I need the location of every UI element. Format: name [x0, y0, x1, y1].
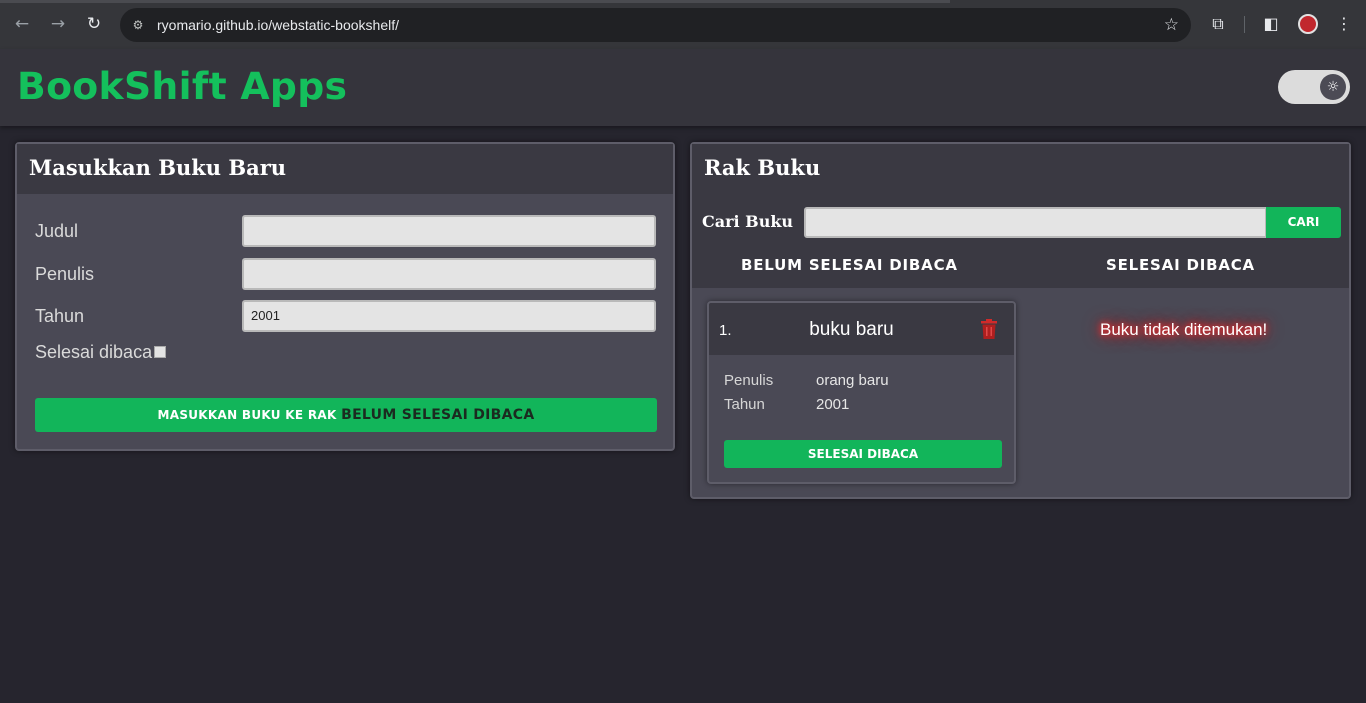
- site-settings-icon[interactable]: ⚙: [130, 17, 146, 33]
- complete-row: Selesai dibaca: [35, 342, 167, 363]
- search-label: Cari Buku: [702, 212, 794, 231]
- back-icon[interactable]: ←: [11, 13, 33, 35]
- title-label: Judul: [35, 221, 79, 241]
- tab-strip: [0, 0, 950, 3]
- sidepanel-icon[interactable]: ◧: [1260, 13, 1282, 35]
- book-title: buku baru: [809, 319, 894, 340]
- address-bar[interactable]: ⚙ ryomario.github.io/webstatic-bookshelf…: [120, 8, 1191, 42]
- add-book-button-target: BELUM SELESAI DIBACA: [341, 407, 535, 423]
- book-year: 2001: [816, 396, 850, 413]
- book-author: orang baru: [816, 372, 889, 389]
- bookshelf-panel-title: Rak Buku: [704, 155, 821, 180]
- app-header: BookShift Apps ☼: [0, 49, 1366, 126]
- add-book-button-prefix: MASUKKAN BUKU KE RAK: [157, 408, 337, 422]
- book-year-label: Tahun: [724, 396, 765, 413]
- extensions-icon[interactable]: ⧉: [1207, 13, 1229, 35]
- complete-column-title: SELESAI DIBACA: [1106, 256, 1255, 274]
- complete-checkbox[interactable]: [154, 346, 167, 358]
- profile-icon[interactable]: [1298, 14, 1318, 34]
- year-row: Tahun 2001: [35, 300, 657, 332]
- title-row: Judul: [35, 215, 657, 247]
- title-input[interactable]: [242, 215, 656, 247]
- reload-icon[interactable]: ↻: [83, 13, 105, 35]
- empty-complete-message: Buku tidak ditemukan!: [1100, 320, 1268, 339]
- incomplete-column-title: BELUM SELESAI DIBACA: [741, 256, 958, 274]
- sun-icon: ☼: [1320, 74, 1346, 100]
- complete-label: Selesai dibaca: [35, 342, 153, 362]
- browser-toolbar: ← → ↻ ⚙ ryomario.github.io/webstatic-boo…: [0, 0, 1366, 49]
- mark-complete-button[interactable]: SELESAI DIBACA: [724, 440, 1002, 468]
- toolbar-divider: [1244, 16, 1245, 33]
- search-button[interactable]: CARI: [1266, 207, 1341, 238]
- new-book-panel-header: Masukkan Buku Baru: [17, 144, 673, 194]
- year-label: Tahun: [35, 306, 85, 326]
- bookshelf-panel-header: Rak Buku: [692, 144, 1349, 194]
- author-row: Penulis: [35, 258, 657, 290]
- bookshelf-panel: Rak Buku Cari Buku CARI BELUM SELESAI DI…: [690, 142, 1351, 499]
- year-input[interactable]: 2001: [242, 300, 656, 332]
- author-input[interactable]: [242, 258, 656, 290]
- book-card: 1. buku baru Penulis orang baru Tahun 20…: [707, 301, 1016, 484]
- book-author-label: Penulis: [724, 372, 774, 389]
- search-input[interactable]: [804, 207, 1267, 238]
- new-book-panel-title: Masukkan Buku Baru: [29, 155, 287, 180]
- url-text[interactable]: ryomario.github.io/webstatic-bookshelf/: [157, 17, 399, 33]
- trash-icon[interactable]: [980, 319, 998, 339]
- app-title: BookShift Apps: [17, 65, 348, 108]
- author-label: Penulis: [35, 264, 95, 284]
- theme-toggle[interactable]: ☼: [1278, 70, 1350, 104]
- add-book-button[interactable]: MASUKKAN BUKU KE RAK BELUM SELESAI DIBAC…: [35, 398, 657, 432]
- shelf-column-headers: BELUM SELESAI DIBACA SELESAI DIBACA: [692, 238, 1349, 288]
- forward-icon[interactable]: →: [47, 13, 69, 35]
- bookmark-star-icon[interactable]: ☆: [1164, 15, 1179, 35]
- new-book-panel: Masukkan Buku Baru Judul Penulis Tahun 2…: [15, 142, 675, 451]
- menu-icon[interactable]: ⋮: [1333, 13, 1355, 35]
- book-card-header: 1. buku baru: [709, 303, 1014, 355]
- search-bar: Cari Buku CARI: [692, 194, 1349, 238]
